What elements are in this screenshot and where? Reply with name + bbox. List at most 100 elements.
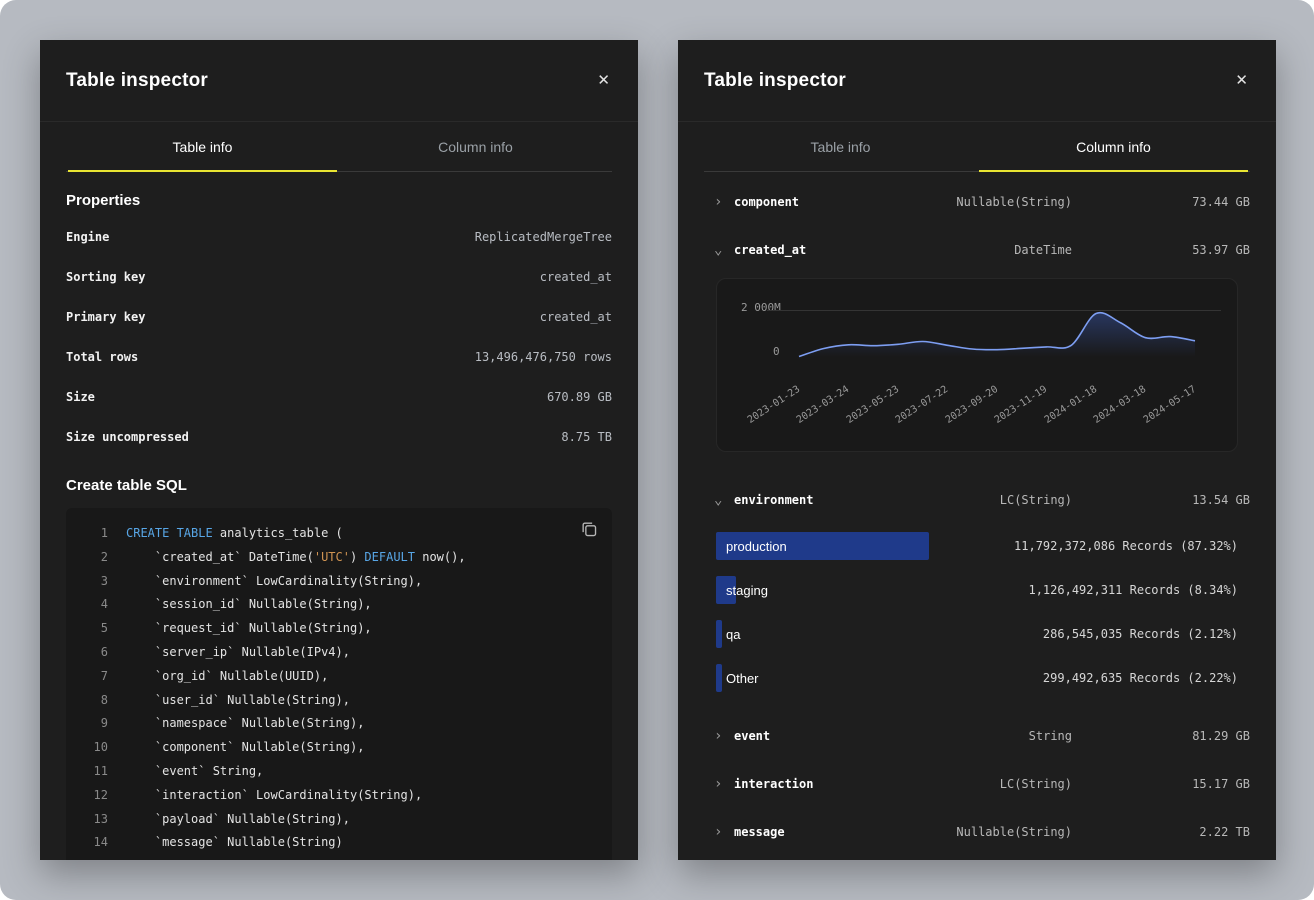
sql-line-number: 2: [76, 546, 108, 570]
column-size: 53.97 GB: [1072, 243, 1250, 257]
environment-value-row: Other299,492,635 Records (2.22%): [716, 656, 1238, 700]
sql-line-number: 12: [76, 784, 108, 808]
sql-line: 7 `org_id` Nullable(UUID),: [76, 665, 596, 689]
sql-line: 14 `message` Nullable(String): [76, 831, 596, 855]
property-row: Size uncompressed8.75 TB: [66, 417, 612, 457]
sql-line-number: 13: [76, 808, 108, 832]
x-axis-tick-label: 2023-05-23: [845, 384, 901, 426]
dialog-title: Table inspector: [66, 70, 208, 92]
sql-line: 11 `event` String,: [76, 760, 596, 784]
sql-line-number: 8: [76, 689, 108, 713]
x-axis-tick-label: 2023-01-23: [746, 384, 802, 426]
column-row-message[interactable]: ›messageNullable(String)2.22 TB: [704, 808, 1250, 856]
column-name: component: [734, 195, 872, 209]
column-row-interaction[interactable]: ›interactionLC(String)15.17 GB: [704, 760, 1250, 808]
chevron-right-icon[interactable]: ›: [704, 776, 734, 792]
sql-line-code: `request_id` Nullable(String),: [126, 617, 372, 641]
column-type: Nullable(String): [872, 195, 1072, 209]
sql-line-code: `event` String,: [126, 760, 263, 784]
property-label: Sorting key: [66, 270, 145, 284]
table-info-body: Properties EngineReplicatedMergeTreeSort…: [40, 192, 638, 860]
area-line-plot: [787, 305, 1207, 361]
environment-value-row: production11,792,372,086 Records (87.32%…: [716, 524, 1238, 568]
x-axis-labels: 2023-01-232023-03-242023-05-232023-07-22…: [787, 367, 1207, 443]
column-size: 15.17 GB: [1072, 777, 1250, 791]
copy-icon[interactable]: [578, 518, 600, 540]
column-row-created_at[interactable]: ⌄created_atDateTime53.97 GB: [704, 226, 1250, 274]
dialog-title: Table inspector: [704, 70, 846, 92]
property-row: Size670.89 GB: [66, 377, 612, 417]
column-size: 81.29 GB: [1072, 729, 1250, 743]
sql-line-code: `session_id` Nullable(String),: [126, 593, 372, 617]
sql-line: 2 `created_at` DateTime('UTC') DEFAULT n…: [76, 546, 596, 570]
value-records: 1,126,492,311 Records (8.34%): [1028, 583, 1238, 597]
sql-line-code: `org_id` Nullable(UUID),: [126, 665, 328, 689]
chevron-right-icon[interactable]: ›: [704, 824, 734, 840]
property-label: Total rows: [66, 350, 138, 364]
column-name: message: [734, 825, 872, 839]
sql-line: 4 `session_id` Nullable(String),: [76, 593, 596, 617]
column-size: 2.22 TB: [1072, 825, 1250, 839]
chevron-down-icon[interactable]: ⌄: [704, 492, 734, 508]
column-type: String: [872, 729, 1072, 743]
property-row: Primary keycreated_at: [66, 297, 612, 337]
property-label: Size: [66, 390, 95, 404]
sql-line-number: 6: [76, 641, 108, 665]
dialog-header: Table inspector ✕: [40, 40, 638, 122]
chevron-right-icon[interactable]: ›: [704, 194, 734, 210]
sql-line-number: 5: [76, 617, 108, 641]
column-name: interaction: [734, 777, 872, 791]
sql-line-number: 14: [76, 831, 108, 855]
sql-line: 8 `user_id` Nullable(String),: [76, 689, 596, 713]
sql-code-block: 1 CREATE TABLE analytics_table (2 `create…: [66, 508, 612, 860]
property-value: 8.75 TB: [561, 430, 612, 444]
sql-line-number: 9: [76, 712, 108, 736]
column-name: environment: [734, 493, 872, 507]
value-label: production: [716, 539, 1014, 554]
tab-table-info[interactable]: Table info: [704, 122, 977, 171]
sql-line: 9 `namespace` Nullable(String),: [76, 712, 596, 736]
x-axis-tick-label: 2023-03-24: [795, 384, 851, 426]
sql-line: 6 `server_ip` Nullable(IPv4),: [76, 641, 596, 665]
sql-line: 15) ENGINE = ReplicatedMergeTree('/click…: [76, 855, 596, 860]
x-axis-tick-label: 2023-11-19: [993, 384, 1049, 426]
sql-line-code: CREATE TABLE analytics_table (: [126, 522, 343, 546]
chevron-down-icon[interactable]: ⌄: [704, 242, 734, 258]
copy-icon-glyph: [580, 520, 598, 538]
property-value: created_at: [540, 310, 612, 324]
close-icon[interactable]: ✕: [595, 69, 612, 92]
sql-line-number: 1: [76, 522, 108, 546]
y-axis-label-zero: 0: [773, 345, 780, 358]
chevron-right-icon[interactable]: ›: [704, 728, 734, 744]
properties-list: EngineReplicatedMergeTree Sorting key crea…: [66, 217, 612, 457]
property-value: created_at: [540, 270, 612, 284]
sql-line-number: 4: [76, 593, 108, 617]
sql-line: 10 `component` Nullable(String),: [76, 736, 596, 760]
sql-line-code: `interaction` LowCardinality(String),: [126, 784, 422, 808]
close-icon[interactable]: ✕: [1233, 69, 1250, 92]
tab-table-info[interactable]: Table info: [66, 122, 339, 171]
tab-column-info[interactable]: Column info: [977, 122, 1250, 171]
column-type: LC(String): [872, 777, 1072, 791]
x-axis-tick-label: 2023-09-20: [944, 384, 1000, 426]
sql-line: 3 `environment` LowCardinality(String),: [76, 570, 596, 594]
property-row: EngineReplicatedMergeTree: [66, 217, 612, 257]
column-list: ›componentNullable(String)73.44 GB⌄creat…: [678, 172, 1276, 856]
tab-column-info[interactable]: Column info: [339, 122, 612, 171]
sql-line-code: `component` Nullable(String),: [126, 736, 364, 760]
created-at-distribution-chart: 2 000M02023-01-232023-03-242023-05-23202…: [716, 278, 1238, 452]
property-row: Sorting key created_at: [66, 257, 612, 297]
sql-line-code: `user_id` Nullable(String),: [126, 689, 350, 713]
column-size: 13.54 GB: [1072, 493, 1250, 507]
value-label: staging: [716, 583, 1028, 598]
property-value: ReplicatedMergeTree: [475, 230, 612, 244]
column-row-environment[interactable]: ⌄environmentLC(String)13.54 GB: [704, 476, 1250, 524]
environment-value-row: qa286,545,035 Records (2.12%): [716, 612, 1238, 656]
column-row-event[interactable]: ›eventString81.29 GB: [704, 712, 1250, 760]
dialog-header: Table inspector ✕: [678, 40, 1276, 122]
sql-line-code: `payload` Nullable(String),: [126, 808, 350, 832]
sql-line-code: `environment` LowCardinality(String),: [126, 570, 422, 594]
column-row-component[interactable]: ›componentNullable(String)73.44 GB: [704, 178, 1250, 226]
tab-bar: Table info Column info: [704, 122, 1250, 172]
sql-line-code: ) ENGINE = ReplicatedMergeTree('/clickho…: [126, 855, 638, 860]
